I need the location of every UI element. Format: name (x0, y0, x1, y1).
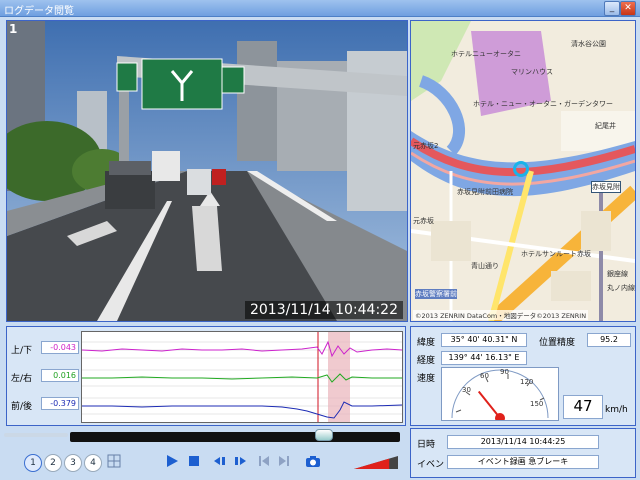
map-label-hotel-new-otani: ホテルニューオータニ (451, 50, 521, 58)
channel-2-button[interactable]: 2 (44, 454, 62, 472)
skip-forward-icon[interactable] (276, 454, 292, 470)
channel-4-button[interactable]: 4 (84, 454, 102, 472)
map-label-moto-akasaka-2: 元赤坂2 (413, 142, 439, 150)
gauge-tick-60: 60 (480, 372, 489, 380)
latitude-value: 35° 40' 40.31" N (441, 333, 527, 347)
longitude-label: 経度 (417, 356, 436, 366)
updown-label: 上/下 (11, 346, 33, 356)
camera-icon[interactable] (304, 454, 322, 470)
map-label-akasaka-police: 赤坂警察署前 (415, 289, 457, 299)
seek-bar[interactable] (70, 432, 400, 442)
map-label-kioicho: 紀尾井 (595, 122, 616, 130)
map-label-akasaka-hospital: 赤坂見附前田病院 (457, 188, 513, 196)
map-label-marunouchi-line: 丸ノ内線 (607, 284, 635, 292)
volume-slider[interactable] (354, 454, 398, 470)
video-timestamp: 2013/11/14 10:44:22 (244, 301, 403, 319)
accuracy-value: 95.2 (587, 333, 631, 347)
latitude-label: 緯度 (417, 338, 436, 348)
multi-view-icon[interactable] (106, 454, 122, 470)
seek-thumb[interactable] (314, 429, 333, 441)
frame-back-icon[interactable] (212, 454, 228, 470)
channel-3-button[interactable]: 3 (64, 454, 82, 472)
event-value: イベント録画 急ブレーキ (447, 455, 599, 469)
frontback-value: -0.379 (41, 397, 79, 410)
gauge-tick-150: 150 (530, 400, 544, 408)
event-details-panel: 日時 2013/11/14 10:44:25 イベント イベント録画 急ブレーキ (410, 428, 636, 478)
map-label-moto-akasaka: 元赤坂 (413, 217, 434, 225)
map-label-aoyama-dori: 青山通り (471, 262, 499, 270)
datetime-value: 2013/11/14 10:44:25 (447, 435, 599, 449)
accelerometer-panel: 上/下 -0.043 左/右 0.016 前/後 -0.379 (6, 326, 406, 426)
stop-icon[interactable] (186, 454, 202, 470)
updown-value: -0.043 (41, 341, 79, 354)
map-label-hotel-sanroute: ホテルサンルート赤坂 (521, 250, 591, 258)
map-copyright: ©2013 ZENRIN DataCom・地図データ©2013 ZENRIN (413, 310, 589, 320)
speed-label: 速度 (417, 374, 436, 384)
volume-level-fill (354, 458, 390, 469)
leftright-value: 0.016 (41, 369, 79, 382)
seek-bar-left-track[interactable] (4, 433, 68, 437)
leftright-label: 左/右 (11, 374, 33, 384)
acceleration-graph[interactable] (81, 331, 403, 423)
acceleration-traces (81, 332, 403, 422)
window-title: ログデータ閲覧 (4, 6, 74, 17)
speed-needle (477, 390, 501, 419)
speed-unit: km/h (605, 405, 628, 415)
map-label-marine-house: マリンハウス (511, 68, 553, 76)
channel-number: 1 (9, 22, 18, 36)
map-label-akasaka-mitsuke: 赤坂見附 (591, 181, 621, 193)
map-label-garden-tower: ホテル・ニュー・オータニ・ガーデンタワー (473, 100, 613, 108)
gauge-tick-30: 30 (462, 386, 471, 394)
close-button[interactable]: ✕ (620, 1, 636, 16)
map-label-shimizudani-park: 清水谷公園 (571, 40, 606, 48)
gps-info-panel: 緯度 35° 40' 40.31" N 位置精度 95.2 経度 139° 44… (410, 326, 636, 426)
frontback-label: 前/後 (11, 402, 33, 412)
gauge-tick-90: 90 (500, 368, 509, 376)
frame-forward-icon[interactable] (232, 454, 248, 470)
gauge-tick-120: 120 (520, 378, 534, 386)
vehicle-position-marker (513, 161, 529, 177)
minimize-button[interactable]: _ (604, 1, 620, 16)
datetime-label: 日時 (417, 440, 436, 450)
speed-value: 47 (563, 395, 603, 419)
dashcam-video: 1 2013/11/14 10:44:22 (6, 20, 408, 322)
play-icon[interactable] (164, 454, 180, 470)
skip-back-icon[interactable] (256, 454, 272, 470)
title-bar: ログデータ閲覧 _ ✕ (0, 0, 640, 17)
road-scene (7, 21, 407, 321)
map-view[interactable]: ホテルニューオータニ 清水谷公園 マリンハウス ホテル・ニュー・オータニ・ガーデ… (410, 20, 636, 322)
longitude-value: 139° 44' 16.13" E (441, 351, 527, 365)
event-highlight (328, 332, 350, 422)
speedometer-gauge: 30 60 90 120 150 (441, 367, 559, 423)
map-label-ginza-line: 銀座線 (607, 270, 628, 278)
channel-1-button[interactable]: 1 (24, 454, 42, 472)
accuracy-label: 位置精度 (539, 338, 576, 348)
